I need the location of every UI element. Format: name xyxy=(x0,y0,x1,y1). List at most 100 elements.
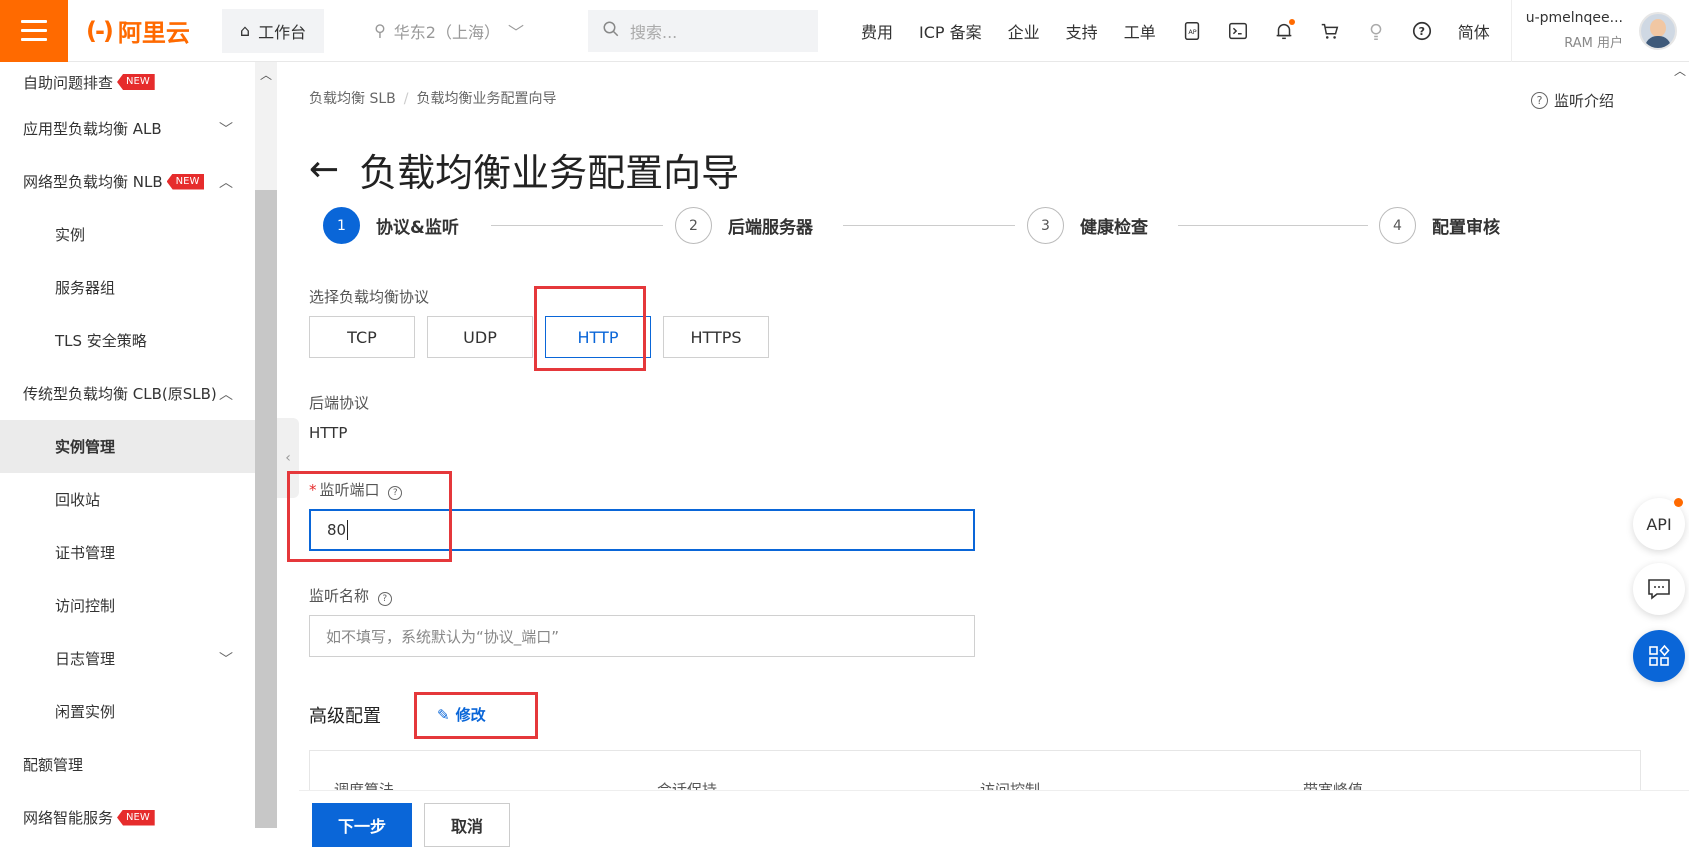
sidebar-item-label: 自助问题排查 xyxy=(23,73,114,92)
sidebar-item-label: 访问控制 xyxy=(55,597,116,615)
highlight-box-http xyxy=(534,286,646,371)
nav-fees[interactable]: 费用 xyxy=(848,19,906,43)
chevron-icon[interactable]: ﹀ xyxy=(219,119,233,139)
listener-name-input[interactable]: 如不填写，系统默认为“协议_端口” xyxy=(309,615,975,657)
sidebar-item[interactable]: 网络智能服务 NEW xyxy=(0,791,255,844)
logo-mark: (-) xyxy=(86,16,114,45)
nav-enterprise[interactable]: 企业 xyxy=(995,19,1053,43)
api-float-button[interactable]: API xyxy=(1633,498,1685,550)
cart-icon[interactable] xyxy=(1307,11,1353,51)
back-arrow-icon[interactable]: ← xyxy=(309,149,339,190)
new-badge: NEW xyxy=(117,809,155,826)
help-icon[interactable]: ? xyxy=(1399,11,1445,51)
sidebar-item-label: 配额管理 xyxy=(23,756,84,774)
sidebar-item-label: 日志管理 xyxy=(55,650,116,668)
chevron-icon[interactable]: ﹀ xyxy=(219,649,233,669)
chevron-icon[interactable]: ︿ xyxy=(219,172,233,192)
question-icon: ? xyxy=(1530,92,1548,109)
page-scroll-up-icon[interactable]: ︿ xyxy=(1674,62,1686,79)
nav-icp[interactable]: ICP 备案 xyxy=(906,19,995,43)
workbench-label: 工作台 xyxy=(258,22,307,42)
scroll-up-icon[interactable]: ︿ xyxy=(260,66,272,83)
question-icon[interactable]: ? xyxy=(377,592,392,606)
next-step-button[interactable]: 下一步 xyxy=(312,803,413,847)
step-1: 1 协议&监听 xyxy=(323,207,459,244)
sidebar-item[interactable]: 传统型负载均衡 CLB(原SLB) ︿ xyxy=(0,367,255,420)
lightbulb-icon[interactable] xyxy=(1353,11,1399,51)
bell-icon[interactable] xyxy=(1261,11,1307,51)
location-icon: ⚲ xyxy=(374,21,386,40)
cancel-button[interactable]: 取消 xyxy=(424,803,511,847)
notification-dot xyxy=(1288,18,1295,25)
chevron-left-icon: ‹ xyxy=(285,450,291,466)
sidebar-item-label: 闲置实例 xyxy=(55,703,116,721)
footer-actions: 下一步 取消 xyxy=(299,790,1689,847)
breadcrumb-slb[interactable]: 负载均衡 SLB xyxy=(309,91,396,107)
sidebar-item[interactable]: 自助问题排查 NEW xyxy=(0,62,255,102)
sidebar-item-label: 实例管理 xyxy=(55,438,116,456)
sidebar-item[interactable]: 日志管理 ﹀ xyxy=(0,632,255,685)
nav-ticket[interactable]: 工单 xyxy=(1111,19,1169,43)
backend-protocol-label: 后端协议 xyxy=(309,394,370,412)
chevron-icon[interactable]: ︿ xyxy=(219,384,233,404)
highlight-box-port xyxy=(287,471,452,562)
region-selector[interactable]: ⚲ 华东2（上海） ﹀ xyxy=(374,19,524,43)
step-number: 3 xyxy=(1027,207,1064,244)
api-label: API xyxy=(1646,514,1672,534)
search-placeholder: 搜索... xyxy=(630,22,678,42)
sidebar-item[interactable]: 配额管理 xyxy=(0,738,255,791)
sidebar-item[interactable]: 网络型负载均衡 NLB NEW ︿ xyxy=(0,155,255,208)
step-label: 协议&监听 xyxy=(376,218,459,238)
chat-icon xyxy=(1648,579,1670,600)
sidebar-item[interactable]: 应用型负载均衡 ALB ﹀ xyxy=(0,102,255,155)
search-icon xyxy=(602,20,620,42)
sidebar-item[interactable]: 回收站 xyxy=(0,473,255,526)
avatar[interactable] xyxy=(1639,11,1678,50)
step-connector xyxy=(1178,225,1368,226)
nav-support[interactable]: 支持 xyxy=(1053,19,1111,43)
step-2: 2 后端服务器 xyxy=(675,207,813,244)
user-role: RAM 用户 xyxy=(1564,36,1624,51)
sidebar-item[interactable]: 证书管理 xyxy=(0,526,255,579)
sidebar-item-label: 证书管理 xyxy=(55,544,116,562)
aliyun-logo[interactable]: (-) 阿里云 xyxy=(68,0,214,62)
user-menu[interactable]: u-pmelnqee... RAM 用户 xyxy=(1510,0,1633,62)
sidebar-item[interactable]: 服务器组 xyxy=(0,261,255,314)
page-title: ← 负载均衡业务配置向导 xyxy=(309,142,739,197)
notification-dot xyxy=(1674,498,1683,507)
page-title-text: 负载均衡业务配置向导 xyxy=(359,151,740,195)
sidebar-scroll-thumb[interactable] xyxy=(255,190,277,828)
top-nav-links: 费用 ICP 备案 企业 支持 工单 AP ? 简体 xyxy=(848,11,1503,51)
search-input[interactable]: 搜索... xyxy=(588,9,818,52)
workbench-button[interactable]: ⌂ 工作台 xyxy=(221,8,325,53)
sidebar-item[interactable]: 闲置实例 xyxy=(0,685,255,738)
sidebar-scrollbar[interactable]: ︿ xyxy=(255,62,277,828)
advanced-config-title: 高级配置 xyxy=(309,706,381,727)
sidebar-item[interactable]: TLS 安全策略 xyxy=(0,314,255,367)
sidebar-item[interactable]: 访问控制 xyxy=(0,579,255,632)
step-3: 3 健康检查 xyxy=(1027,207,1148,244)
top-navbar: (-) 阿里云 ⌂ 工作台 ⚲ 华东2（上海） ﹀ 搜索... 费用 ICP 备… xyxy=(0,0,1689,62)
step-4: 4 配置审核 xyxy=(1379,207,1500,244)
protocol-udp-button[interactable]: UDP xyxy=(427,316,533,358)
step-number: 1 xyxy=(323,207,360,244)
hamburger-menu-button[interactable] xyxy=(0,0,68,62)
language-switch[interactable]: 简体 xyxy=(1445,19,1503,43)
terminal-icon[interactable] xyxy=(1215,11,1261,51)
sidebar-item-label: 应用型负载均衡 ALB xyxy=(23,120,162,138)
sidebar-item[interactable]: 实例管理 xyxy=(0,420,255,473)
listener-help-link[interactable]: ? 监听介绍 xyxy=(1530,90,1614,111)
apps-float-button[interactable] xyxy=(1633,630,1685,682)
highlight-box-edit xyxy=(414,692,538,739)
protocol-https-button[interactable]: HTTPS xyxy=(663,316,769,358)
svg-text:?: ? xyxy=(1418,25,1424,38)
breadcrumb: 负载均衡 SLB / 负载均衡业务配置向导 xyxy=(309,91,557,107)
protocol-label: 选择负载均衡协议 xyxy=(309,288,430,306)
new-badge: NEW xyxy=(166,173,205,190)
protocol-tcp-button[interactable]: TCP xyxy=(309,316,415,358)
listener-name-placeholder: 如不填写，系统默认为“协议_端口” xyxy=(326,627,560,646)
feedback-float-button[interactable] xyxy=(1633,563,1685,615)
sidebar-item[interactable]: 实例 xyxy=(0,208,255,261)
step-connector xyxy=(843,225,1015,226)
app-icon[interactable]: AP xyxy=(1169,11,1215,51)
